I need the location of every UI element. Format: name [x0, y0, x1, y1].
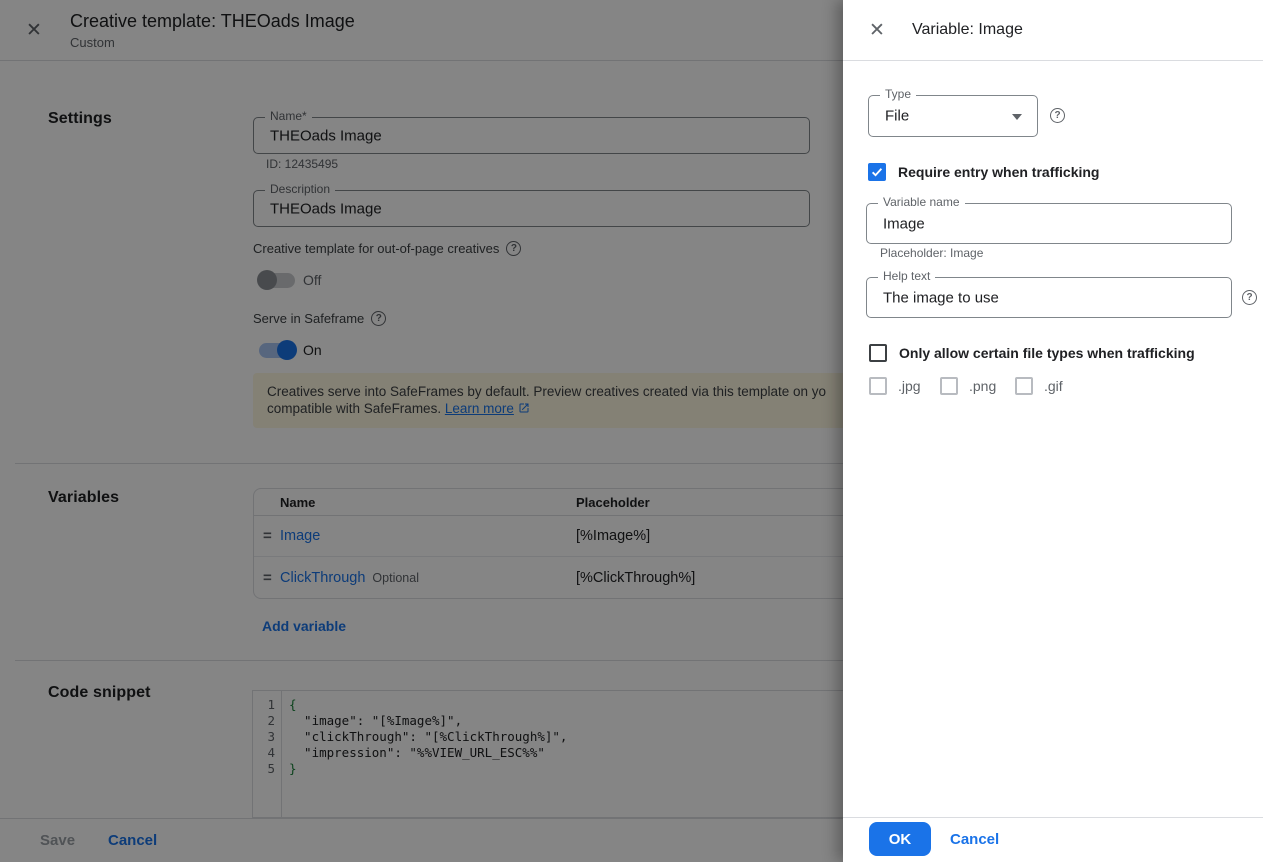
- panel-close-icon[interactable]: ✕: [869, 21, 885, 40]
- type-dropdown-label: Type: [880, 87, 916, 101]
- variable-name-field[interactable]: Variable name Image: [866, 203, 1232, 244]
- panel-header: ✕ Variable: Image: [843, 0, 1263, 61]
- gif-checkbox[interactable]: [1015, 377, 1033, 395]
- require-entry-row: Require entry when trafficking: [868, 163, 1099, 181]
- gif-option: .gif: [1015, 377, 1063, 395]
- variable-name-field-label: Variable name: [878, 195, 965, 209]
- variable-panel: ✕ Variable: Image Type File ? Require en…: [843, 0, 1263, 862]
- file-types-checkbox[interactable]: [869, 344, 887, 362]
- panel-title: Variable: Image: [912, 21, 1023, 39]
- variable-name-field-value: Image: [883, 215, 925, 232]
- require-entry-label: Require entry when trafficking: [898, 164, 1099, 180]
- type-dropdown-value: File: [885, 108, 909, 125]
- png-option: .png: [940, 377, 996, 395]
- chevron-down-icon: [1012, 114, 1022, 120]
- require-entry-checkbox[interactable]: [868, 163, 886, 181]
- help-text-field[interactable]: Help text The image to use: [866, 277, 1232, 318]
- type-help-icon[interactable]: ?: [1050, 108, 1065, 123]
- ok-button[interactable]: OK: [869, 822, 931, 856]
- placeholder-helper-text: Placeholder: Image: [880, 246, 983, 260]
- jpg-option: .jpg: [869, 377, 921, 395]
- screen: ✕ Creative template: THEOads Image Custo…: [0, 0, 1263, 862]
- help-text-field-value: The image to use: [883, 289, 999, 306]
- jpg-checkbox[interactable]: [869, 377, 887, 395]
- type-dropdown[interactable]: Type File: [868, 95, 1038, 137]
- file-types-row: Only allow certain file types when traff…: [869, 344, 1195, 362]
- png-label: .png: [969, 378, 996, 394]
- help-text-help-icon[interactable]: ?: [1242, 290, 1257, 305]
- panel-footer-divider: [843, 817, 1263, 818]
- file-types-label: Only allow certain file types when traff…: [899, 345, 1195, 361]
- panel-cancel-button[interactable]: Cancel: [950, 831, 999, 848]
- gif-label: .gif: [1044, 378, 1063, 394]
- jpg-label: .jpg: [898, 378, 921, 394]
- png-checkbox[interactable]: [940, 377, 958, 395]
- help-text-field-label: Help text: [878, 269, 935, 283]
